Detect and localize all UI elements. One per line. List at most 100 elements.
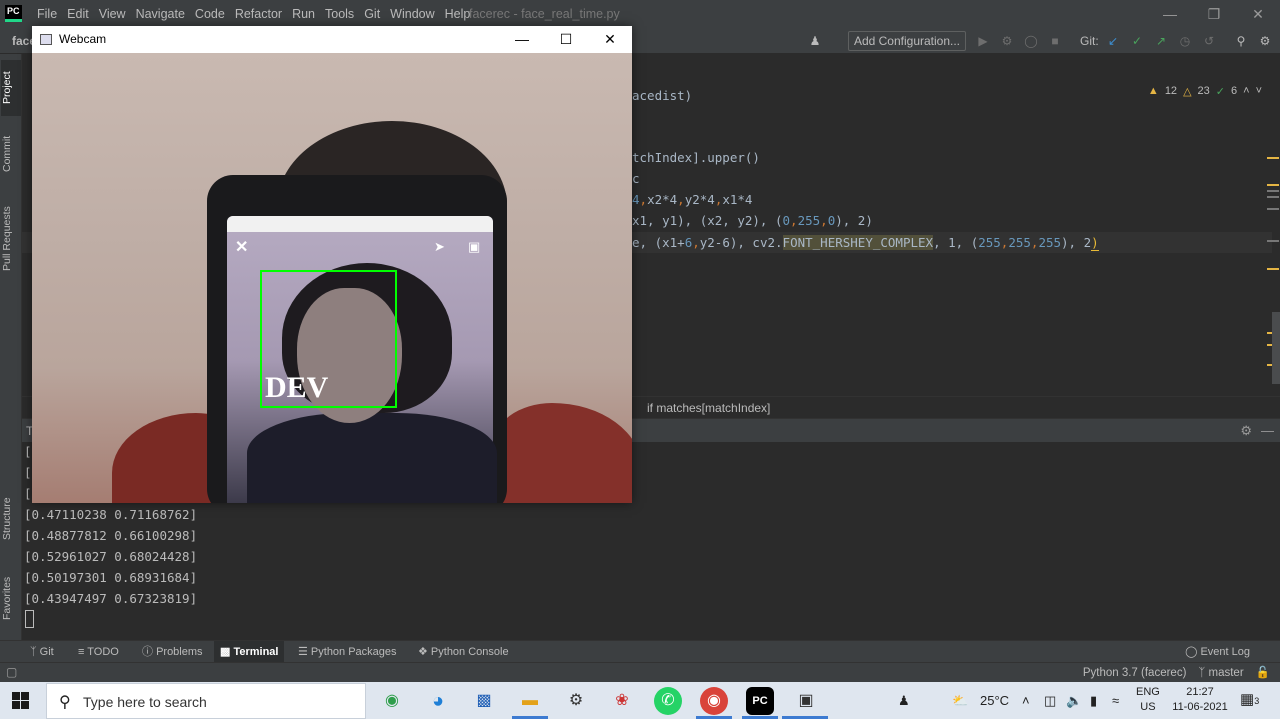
menu-code[interactable]: Code (190, 0, 230, 28)
event-log-label: Event Log (1200, 646, 1250, 658)
info-stripe[interactable] (1267, 196, 1279, 198)
code-constant: FONT_HERSHEY_COMPLEX (782, 235, 934, 250)
menu-edit[interactable]: Edit (62, 0, 94, 28)
terminal-line: [ (24, 486, 32, 501)
git-branch-widget[interactable]: ᛉ master (1198, 663, 1243, 683)
menu-run[interactable]: Run (287, 0, 320, 28)
menu-navigate[interactable]: Navigate (131, 0, 190, 28)
tab-terminal[interactable]: ▩ Terminal (214, 641, 285, 663)
ide-title-bar: PC File Edit View Navigate Code Refactor… (0, 0, 1280, 28)
window-title: facerec - face_real_time.py (469, 7, 620, 21)
menu-git[interactable]: Git (359, 0, 385, 28)
terminal-line: [ (24, 465, 32, 480)
info-stripe[interactable] (1267, 240, 1279, 242)
webcam-title-bar[interactable]: Webcam — ☐ ✕ (32, 26, 632, 53)
tab-python-console[interactable]: ❖ Python Console (412, 641, 515, 663)
chrome-icon[interactable]: ◉ (700, 687, 728, 715)
pycharm-taskbar-icon[interactable]: PC (746, 687, 774, 715)
chevron-down-icon[interactable]: ˅ (1256, 85, 1262, 98)
tab-project[interactable]: Project (1, 60, 21, 116)
wifi-icon[interactable]: ≈ (1112, 682, 1119, 719)
chevron-up-icon[interactable]: ˄ (1243, 85, 1249, 98)
warning-stripe[interactable] (1267, 184, 1279, 186)
webcam-window[interactable]: Webcam — ☐ ✕ ✕ ➤ ▣ DEV (32, 26, 632, 503)
language-indicator[interactable]: ENG US (1136, 685, 1160, 715)
battery-icon[interactable]: ▮ (1090, 682, 1097, 719)
git-history-icon[interactable]: ◷ (1176, 32, 1194, 50)
minimize-icon[interactable]: — (500, 26, 544, 53)
terminal-cursor (25, 610, 34, 628)
minimize-icon[interactable]: — (1148, 0, 1192, 28)
close-icon[interactable]: ✕ (1236, 0, 1280, 28)
maps-app-icon[interactable]: ◉ (378, 687, 406, 715)
face-name-label: DEV (265, 371, 329, 404)
tab-pull-requests[interactable]: Pull Requests (1, 194, 21, 284)
info-stripe[interactable] (1267, 190, 1279, 192)
warning-stripe[interactable] (1267, 268, 1279, 270)
taskbar-clock[interactable]: 21:27 11-06-2021 (1170, 685, 1230, 715)
restore-icon[interactable]: ❐ (1192, 0, 1236, 28)
code-line: acedist) (632, 88, 693, 103)
stop-icon[interactable]: ■ (1046, 32, 1064, 50)
tab-problems[interactable]: ⓘ Problems (136, 641, 209, 663)
volume-icon[interactable]: 🔈 (1066, 682, 1082, 719)
code-number: 255 (797, 213, 821, 228)
file-explorer-icon[interactable]: ▬ (516, 687, 544, 715)
tab-label: Terminal (233, 646, 279, 658)
whatsapp-icon[interactable]: ✆ (654, 687, 682, 715)
tab-favorites[interactable]: Favorites (1, 566, 21, 630)
windows-start-icon[interactable] (12, 692, 29, 709)
editor-scrollbar[interactable] (1272, 312, 1280, 384)
settings-icon[interactable]: ⚙ (1256, 32, 1274, 50)
windows-taskbar: ⚲ Type here to search ◉ ◕ ▩ ▬ ⚙ ❀ ✆ ◉ PC… (0, 682, 1280, 719)
tab-git[interactable]: ᛉ Git (24, 641, 60, 663)
layout-toggle-icon[interactable]: ▢ (6, 665, 17, 679)
snipping-tool-icon[interactable]: ❀ (608, 687, 636, 715)
store-app-icon[interactable]: ▩ (470, 687, 498, 715)
tab-commit[interactable]: Commit (1, 126, 21, 182)
tab-python-packages[interactable]: ☰ Python Packages (292, 641, 403, 663)
edge-browser-icon[interactable]: ◕ (424, 687, 452, 715)
code-token: ), 2 (1061, 235, 1092, 250)
inspection-widget[interactable]: ▲ 12 △ 23 ✓ 6 ˄ ˅ (1148, 85, 1262, 98)
git-update-icon[interactable]: ↙ (1104, 32, 1122, 50)
info-stripe[interactable] (1267, 208, 1279, 210)
lock-icon[interactable]: 🔓 (1256, 663, 1270, 683)
menu-tools[interactable]: Tools (320, 0, 359, 28)
menu-refactor[interactable]: Refactor (230, 0, 287, 28)
gear-icon[interactable]: ⚙ (1240, 419, 1252, 443)
code-token: y2-6), cv2. (699, 235, 783, 250)
meet-now-icon[interactable]: ◫ (1044, 682, 1056, 719)
menu-file[interactable]: File (32, 0, 62, 28)
debug-icon[interactable]: ⚙ (998, 32, 1016, 50)
coverage-icon[interactable]: ◯ (1022, 32, 1040, 50)
code-breadcrumb[interactable]: if matches[matchIndex] (647, 397, 770, 419)
hide-panel-icon[interactable]: — (1261, 419, 1274, 443)
tab-label: Problems (156, 646, 203, 658)
tab-todo[interactable]: ≡ TODO (72, 641, 125, 663)
add-configuration-button[interactable]: Add Configuration... (848, 31, 966, 51)
settings-icon[interactable]: ⚙ (562, 687, 590, 715)
event-log-button[interactable]: ◯ Event Log (1185, 641, 1250, 663)
git-commit-icon[interactable]: ✓ (1128, 32, 1146, 50)
weather-icon[interactable]: ⛅ (952, 682, 968, 719)
taskbar-search-box[interactable]: ⚲ Type here to search (46, 683, 366, 719)
git-rollback-icon[interactable]: ↺ (1200, 32, 1218, 50)
weather-temperature[interactable]: 25°C (980, 682, 1009, 719)
interpreter-selector[interactable]: Python 3.7 (facerec) (1083, 663, 1187, 683)
maximize-icon[interactable]: ☐ (544, 26, 588, 53)
webcam-taskbar-icon[interactable]: ▣ (792, 687, 820, 715)
notification-center-icon[interactable]: ▦3 (1240, 690, 1262, 710)
user-icon[interactable]: ♟ (806, 32, 824, 50)
close-icon[interactable]: ✕ (588, 26, 632, 53)
people-icon[interactable]: ♟ (898, 682, 910, 719)
search-icon[interactable]: ⚲ (1232, 32, 1250, 50)
chevron-up-icon[interactable]: ˄ (1022, 682, 1030, 719)
branch-icon: ᛉ (1198, 667, 1209, 679)
warning-stripe[interactable] (1267, 157, 1279, 159)
run-icon[interactable]: ▶ (974, 32, 992, 50)
git-push-icon[interactable]: ↗ (1152, 32, 1170, 50)
menu-window[interactable]: Window (385, 0, 439, 28)
tab-structure[interactable]: Structure (1, 486, 21, 552)
menu-view[interactable]: View (94, 0, 131, 28)
